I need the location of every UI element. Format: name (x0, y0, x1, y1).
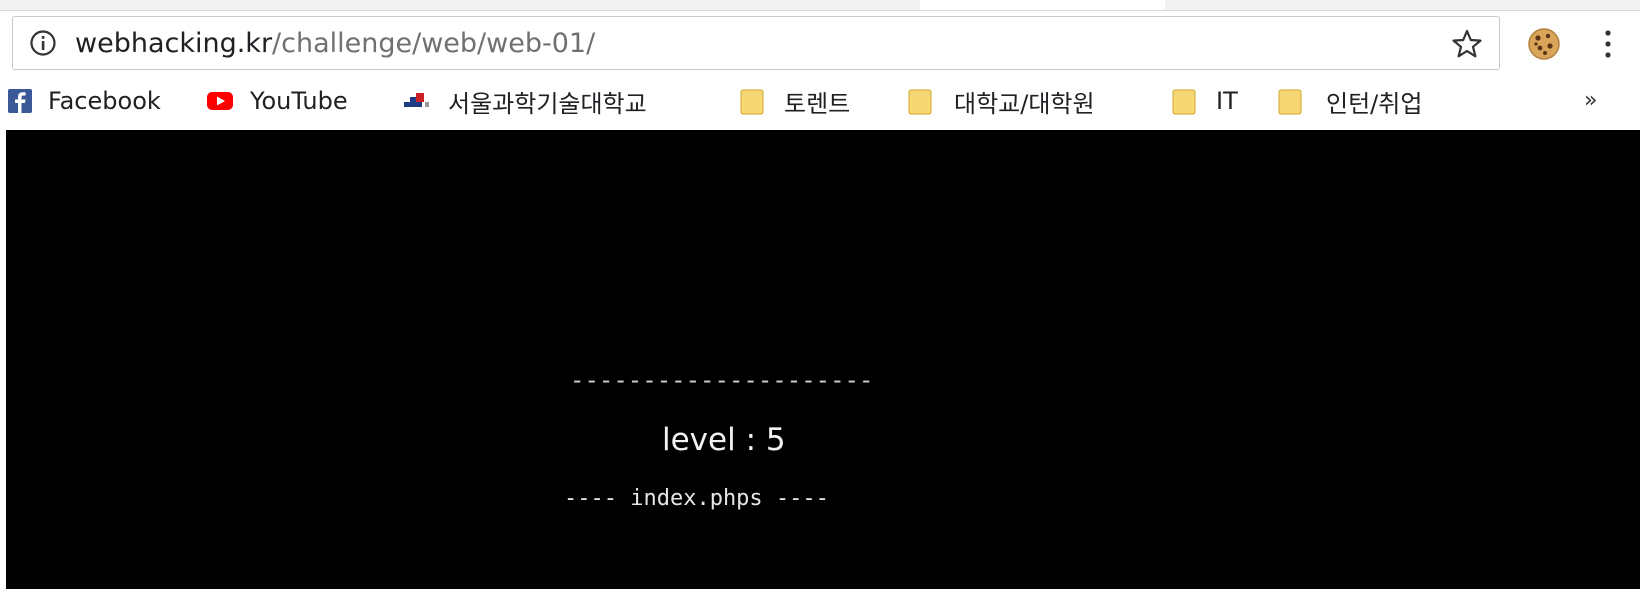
page-content: --------------------- level : 5 ---- ind… (6, 130, 1640, 589)
bookmarks-overflow-icon[interactable]: » (1584, 88, 1597, 113)
level-text: level : 5 (662, 422, 786, 458)
url-path: /challenge/web/web-01/ (272, 28, 596, 59)
info-icon[interactable] (29, 29, 57, 57)
bookmark-seoultech[interactable]: 서울과학기술대학교 (396, 84, 647, 118)
address-bar[interactable]: webhacking.kr/challenge/web/web-01/ (12, 16, 1500, 70)
source-link[interactable]: ---- index.phps ---- (564, 486, 829, 511)
url-text[interactable]: webhacking.kr/challenge/web/web-01/ (75, 27, 595, 61)
bookmark-label: YouTube (250, 87, 348, 115)
folder-icon (740, 89, 764, 115)
menu-kebab-icon[interactable] (1600, 28, 1616, 60)
bookmark-label: 대학교/대학원 (954, 89, 1095, 118)
browser-window: webhacking.kr/challenge/web/web-01/ Face… (0, 0, 1640, 589)
bookmark-folder-it[interactable]: IT (1170, 84, 1238, 118)
folder-icon (1278, 89, 1302, 115)
bookmark-facebook[interactable]: Facebook (6, 84, 161, 118)
facebook-icon (8, 89, 32, 113)
cookie-extension-icon[interactable] (1526, 26, 1562, 62)
bookmark-label: 서울과학기술대학교 (448, 89, 647, 118)
bookmark-label: IT (1216, 87, 1238, 115)
url-host: webhacking.kr (75, 28, 273, 59)
bookmark-youtube[interactable]: YouTube (202, 84, 348, 118)
bookmarks-bar: Facebook YouTube 서울과학기술대학교 토렌트 대학교/대학원 I… (0, 78, 1640, 124)
bookmark-folder-university[interactable]: 대학교/대학원 (906, 84, 1095, 118)
folder-icon (908, 89, 932, 115)
bookmark-folder-intern[interactable]: 인턴/취업 (1276, 84, 1422, 118)
university-logo-icon (404, 93, 429, 107)
bookmark-star-icon[interactable] (1451, 28, 1483, 60)
active-tab-edge[interactable] (920, 0, 1165, 10)
folder-icon (1172, 89, 1196, 115)
bookmark-label: 토렌트 (784, 89, 851, 118)
separator-line: --------------------- (570, 366, 874, 394)
bookmark-folder-torrent[interactable]: 토렌트 (738, 84, 850, 118)
youtube-icon (207, 92, 233, 110)
bookmark-label: 인턴/취업 (1326, 89, 1423, 118)
tab-strip (0, 0, 1640, 11)
bookmark-label: Facebook (48, 87, 161, 115)
